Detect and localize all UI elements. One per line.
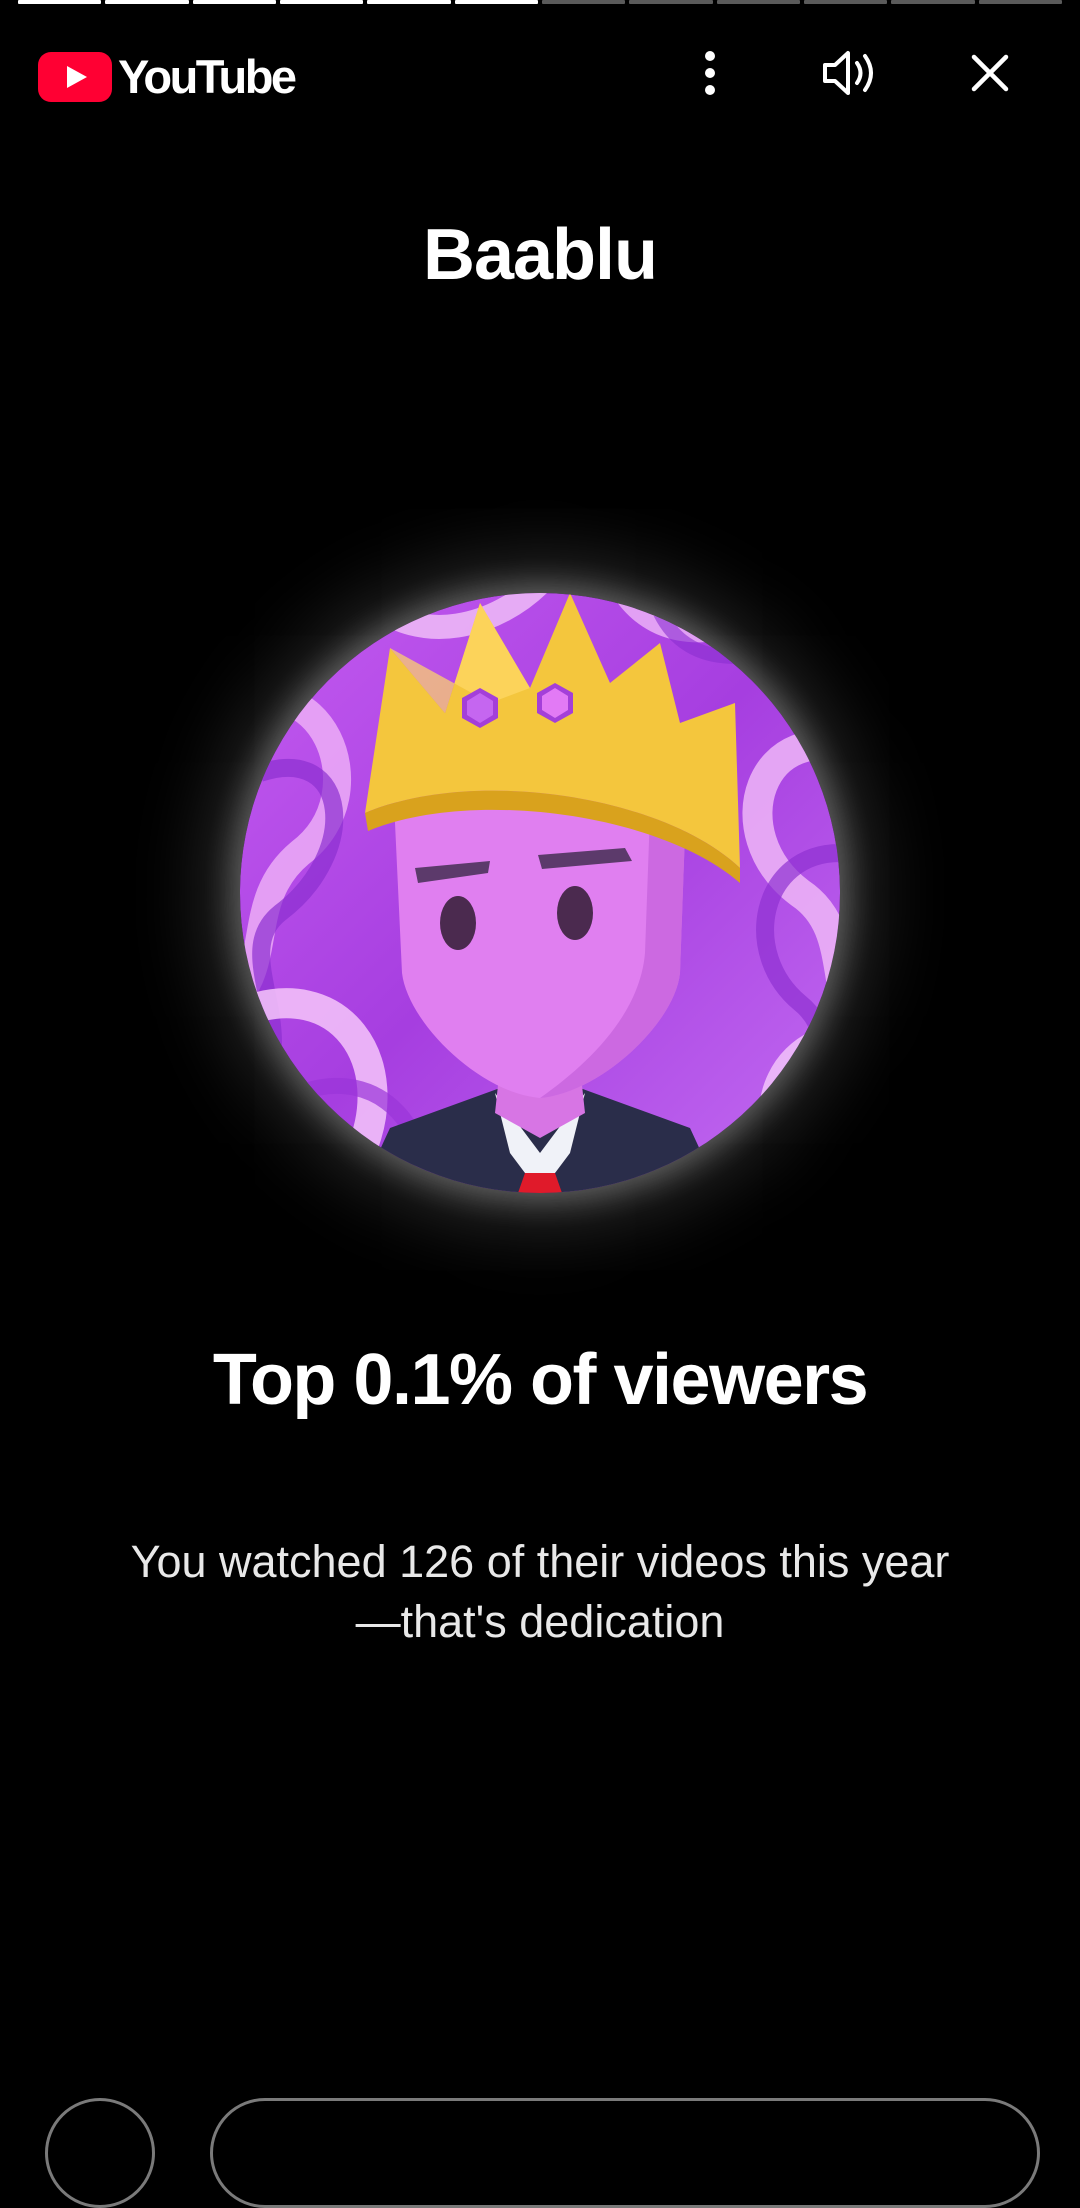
progress-segment bbox=[541, 0, 626, 4]
bottom-action-button[interactable] bbox=[45, 2098, 155, 2208]
close-button[interactable] bbox=[954, 40, 1026, 106]
progress-segment bbox=[192, 0, 276, 4]
avatar-illustration bbox=[240, 593, 840, 1193]
channel-name: Baablu bbox=[422, 215, 658, 295]
progress-segment bbox=[18, 0, 102, 4]
youtube-play-icon bbox=[38, 52, 112, 102]
progress-segment bbox=[891, 0, 975, 4]
progress-segment bbox=[716, 0, 800, 4]
channel-avatar[interactable] bbox=[240, 593, 840, 1193]
volume-icon bbox=[823, 51, 873, 95]
youtube-wordmark: YouTube bbox=[118, 50, 297, 103]
volume-button[interactable] bbox=[814, 40, 886, 106]
bottom-pill-button[interactable] bbox=[210, 2098, 1040, 2208]
progress-segment bbox=[978, 0, 1062, 4]
close-icon bbox=[971, 54, 1009, 92]
viewer-rank-headline: Top 0.1% of viewers bbox=[212, 1340, 869, 1420]
top-bar: YouTube bbox=[0, 40, 1080, 106]
progress-segment bbox=[629, 0, 713, 4]
progress-segment bbox=[803, 0, 888, 4]
progress-segment bbox=[454, 0, 538, 4]
story-progress-bar bbox=[18, 0, 1062, 5]
progress-segment bbox=[279, 0, 364, 4]
more-vert-icon bbox=[705, 51, 715, 95]
progress-segment bbox=[367, 0, 451, 4]
progress-segment bbox=[105, 0, 189, 4]
youtube-logo: YouTube bbox=[38, 50, 297, 103]
more-options-button[interactable] bbox=[674, 40, 746, 106]
watch-count-description: You watched 126 of their videos this yea… bbox=[130, 1536, 950, 1647]
